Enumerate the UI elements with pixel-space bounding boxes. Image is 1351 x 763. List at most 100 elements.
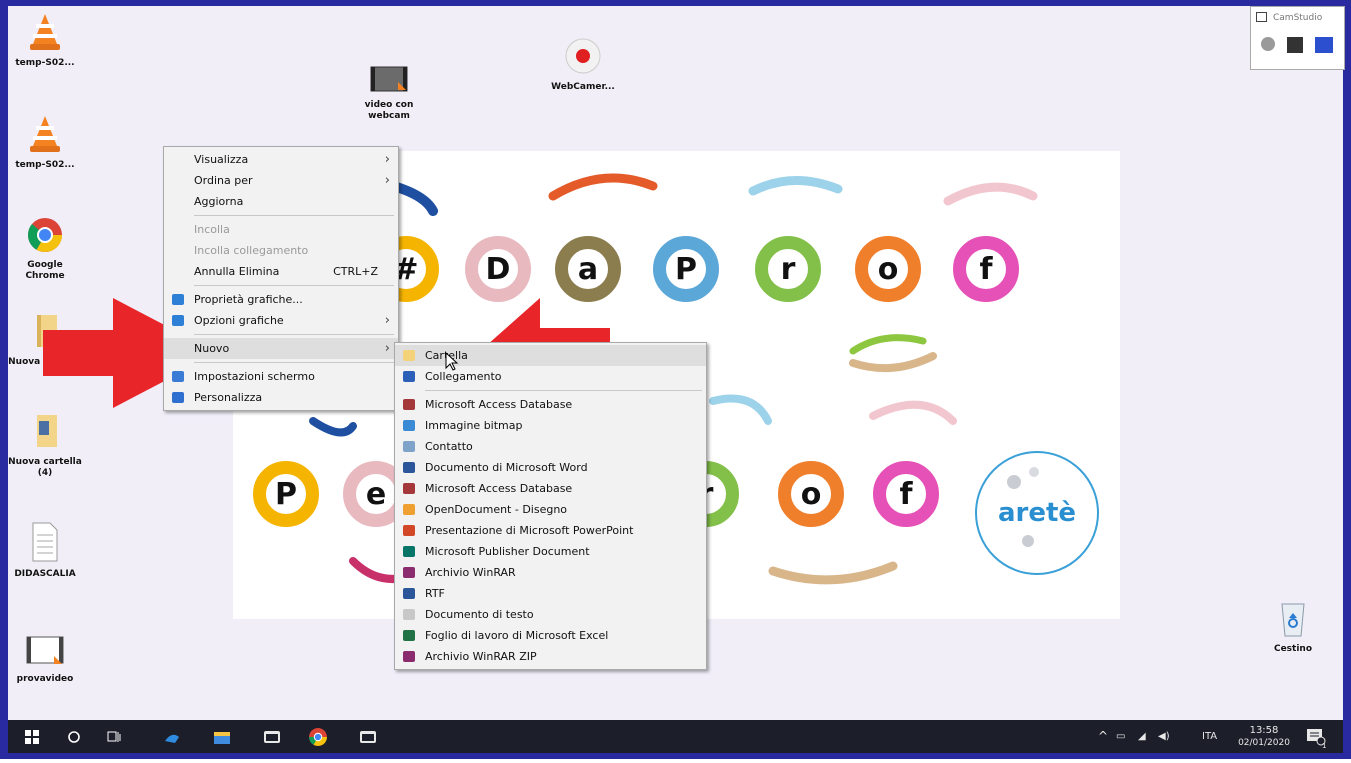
banner-letter: o [778, 461, 844, 527]
recycle-bin-icon [1281, 603, 1305, 637]
stop-button[interactable] [1315, 37, 1333, 53]
camstudio-title: CamStudio [1273, 13, 1323, 23]
rtf-icon [403, 588, 415, 599]
desktop-icon-webcam-recorder[interactable]: WebCamer... [546, 36, 620, 93]
video-icon [26, 636, 64, 664]
record-icon [565, 38, 601, 74]
menu-item-immagine-bitmap[interactable]: Immagine bitmap [395, 415, 706, 436]
menu-item-cartella[interactable]: Cartella [395, 345, 706, 366]
menu-item-rtf[interactable]: RTF [395, 583, 706, 604]
desktop-icon-vlc-2[interactable]: temp-S02... [8, 114, 82, 171]
menu-item-incolla-collegamento[interactable]: Incolla collegamento [164, 240, 398, 261]
desktop-icon-label: DIDASCALIA [14, 569, 76, 579]
menu-item-label: Documento di testo [425, 608, 534, 621]
graphics-icon [172, 294, 184, 305]
camstudio-toolbar[interactable]: CamStudio [1250, 6, 1345, 70]
word-icon [403, 462, 415, 473]
menu-item-ordina-per[interactable]: Ordina per › [164, 170, 398, 191]
menu-item-label: Collegamento [425, 370, 502, 383]
menu-separator [194, 285, 394, 286]
menu-separator [194, 362, 394, 363]
menu-item-collegamento[interactable]: Collegamento [395, 366, 706, 387]
desktop[interactable]: temp-S02... temp-S02... Google Chrome Nu… [8, 6, 1343, 720]
powerpoint-icon [403, 525, 415, 536]
menu-item-foglio-di-lavoro-di-microsoft-excel[interactable]: Foglio di lavoro di Microsoft Excel [395, 625, 706, 646]
battery-icon[interactable]: ▭ [1116, 720, 1134, 753]
menu-item-opendocument-disegno[interactable]: OpenDocument - Disegno [395, 499, 706, 520]
video-icon [370, 66, 408, 92]
desktop-icon-recycle-bin[interactable]: Cestino [1256, 598, 1330, 655]
windows-start-button[interactable] [12, 720, 52, 753]
show-hidden-icons-button[interactable]: ^ [1098, 720, 1114, 753]
menu-item-annulla-elimina[interactable]: Annulla Elimina CTRL+Z [164, 261, 398, 282]
chrome-taskbar-button[interactable] [300, 720, 336, 753]
menu-item-archivio-winrar[interactable]: Archivio WinRAR [395, 562, 706, 583]
menu-item-impostazioni-schermo[interactable]: Impostazioni schermo [164, 366, 398, 387]
menu-item-propriet-grafiche[interactable]: Proprietà grafiche... [164, 289, 398, 310]
taskbar-app-button[interactable] [154, 720, 190, 753]
desktop-icon-chrome[interactable]: Google Chrome [8, 216, 82, 282]
chevron-right-icon: › [384, 341, 390, 356]
search-button[interactable] [56, 720, 92, 753]
menu-item-contatto[interactable]: Contatto [395, 436, 706, 457]
camstudio-title-bar: CamStudio [1251, 7, 1344, 29]
record-button[interactable] [1261, 37, 1275, 51]
task-view-button[interactable] [96, 720, 132, 753]
desktop-icon-document[interactable]: DIDASCALIA [8, 521, 82, 580]
menu-item-microsoft-publisher-document[interactable]: Microsoft Publisher Document [395, 541, 706, 562]
banner-letter: f [953, 236, 1019, 302]
menu-item-label: Documento di Microsoft Word [425, 461, 588, 474]
network-icon[interactable]: ◢ [1138, 720, 1156, 753]
menu-item-label: Visualizza [194, 153, 249, 166]
banner-letter: o [855, 236, 921, 302]
new-submenu: Cartella Collegamento Microsoft Access Dat… [394, 342, 707, 670]
clock-date: 02/01/2020 [1238, 738, 1290, 748]
menu-item-documento-di-microsoft-word[interactable]: Documento di Microsoft Word [395, 457, 706, 478]
window-icon [1256, 12, 1267, 22]
desktop-icon-folder-2[interactable]: Nuova cartella (4) [8, 411, 82, 479]
menu-item-presentazione-di-microsoft-powerpoint[interactable]: Presentazione di Microsoft PowerPoint [395, 520, 706, 541]
menu-item-label: OpenDocument - Disegno [425, 503, 568, 516]
menu-item-nuovo[interactable]: Nuovo › [164, 338, 398, 359]
desktop-icon-video-webcam[interactable]: video con webcam [352, 64, 426, 122]
mouse-cursor-icon [445, 352, 459, 371]
menu-item-archivio-winrar-zip[interactable]: Archivio WinRAR ZIP [395, 646, 706, 667]
clock[interactable]: 13:58 02/01/2020 [1236, 720, 1292, 757]
desktop-icon-label: provavideo [16, 674, 74, 684]
banner-letter: P [253, 461, 319, 527]
folder-icon [403, 350, 415, 361]
taskbar-window-button[interactable] [254, 720, 290, 753]
file-explorer-button[interactable] [204, 720, 240, 753]
pause-button[interactable] [1287, 37, 1303, 53]
menu-item-documento-di-testo[interactable]: Documento di testo [395, 604, 706, 625]
action-center-button[interactable]: 1 [1306, 720, 1336, 753]
taskbar-window-button[interactable] [350, 720, 386, 753]
app-icon [165, 734, 179, 743]
menu-item-opzioni-grafiche[interactable]: Opzioni grafiche › [164, 310, 398, 331]
menu-separator [425, 390, 702, 391]
folder-icon [37, 415, 57, 447]
menu-separator [194, 215, 394, 216]
windows-start-icon [25, 729, 39, 744]
document-icon [32, 522, 58, 562]
menu-item-label: Microsoft Access Database [425, 482, 573, 495]
desktop-icon-vlc-1[interactable]: temp-S02... [8, 12, 82, 69]
banner-letter: P [653, 236, 719, 302]
clock-time: 13:58 [1249, 725, 1279, 736]
desktop-icon-label: Google Chrome [25, 260, 65, 281]
desktop-icon-video[interactable]: provavideo [8, 634, 82, 685]
menu-item-incolla[interactable]: Incolla [164, 219, 398, 240]
arete-dot [1029, 467, 1039, 477]
menu-item-microsoft-access-database[interactable]: Microsoft Access Database [395, 394, 706, 415]
bitmap-icon [403, 420, 415, 431]
vlc-icon [30, 14, 60, 50]
menu-item-visualizza[interactable]: Visualizza › [164, 149, 398, 170]
menu-item-label: Foglio di lavoro di Microsoft Excel [425, 629, 609, 642]
input-language[interactable]: ITA [1202, 720, 1230, 753]
banner-letter: f [873, 461, 939, 527]
menu-item-aggiorna[interactable]: Aggiorna [164, 191, 398, 212]
menu-item-personalizza[interactable]: Personalizza [164, 387, 398, 408]
file-explorer-icon [214, 731, 230, 744]
volume-icon[interactable]: ◀) [1158, 720, 1180, 753]
menu-item-microsoft-access-database[interactable]: Microsoft Access Database [395, 478, 706, 499]
